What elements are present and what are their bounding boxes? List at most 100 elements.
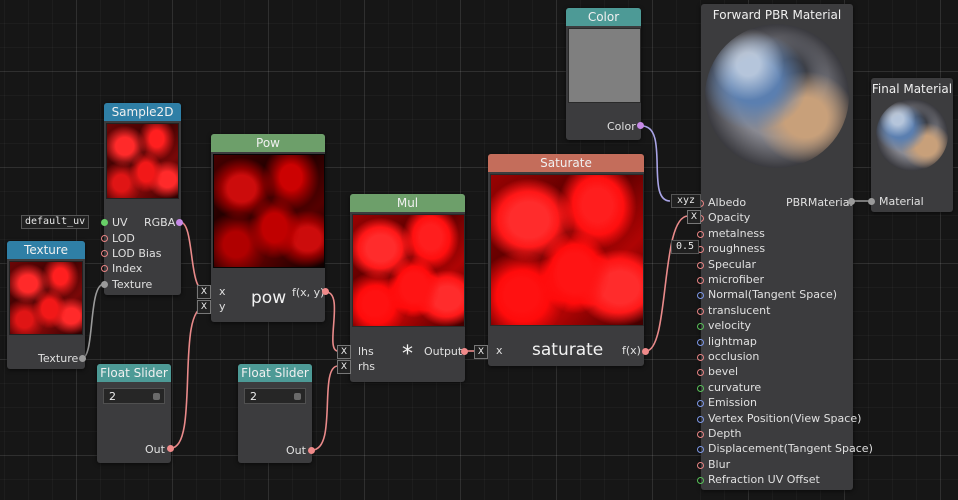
sample2d-port-index[interactable] — [101, 265, 108, 272]
pbr-preview-sphere — [705, 24, 849, 168]
pow-node[interactable]: Pow pow x y f(x, y) — [211, 134, 325, 322]
float-slider-2-out-label: Out — [286, 444, 306, 457]
color-title: Color — [566, 8, 641, 26]
sample2d-port-rgba[interactable] — [176, 219, 183, 226]
pbr-input-port[interactable] — [697, 323, 704, 331]
mul-rhs-connector[interactable]: X — [337, 360, 351, 374]
mul-in-rhs: rhs — [358, 360, 376, 373]
saturate-node[interactable]: Saturate saturate x f(x) — [488, 154, 644, 366]
pbr-input-label: velocity — [708, 319, 751, 333]
pbr-input-label: Specular — [708, 257, 757, 271]
pow-y-connector[interactable]: X — [197, 300, 211, 314]
sample2d-in-texture: Texture — [112, 278, 153, 291]
sample2d-port-lod-bias[interactable] — [101, 250, 108, 257]
pbr-input-port[interactable] — [697, 354, 704, 361]
final-port-in[interactable] — [868, 198, 875, 205]
saturate-label: saturate — [532, 340, 604, 360]
pbr-input-port[interactable] — [697, 230, 704, 238]
sample2d-port-uv[interactable] — [101, 219, 108, 226]
float-slider-node-2[interactable]: Float Slider 2 Out — [238, 364, 312, 463]
uv-default-field[interactable]: default_uv — [21, 215, 90, 229]
pow-in-y: y — [219, 300, 226, 313]
color-node[interactable]: Color Color — [566, 8, 641, 140]
pbr-input-port[interactable] — [697, 292, 704, 300]
sample2d-out-rgba: RGBA — [144, 216, 176, 229]
float-slider-1-out-label: Out — [145, 443, 165, 456]
pbr-input-label: Normal(Tangent Space) — [708, 288, 838, 302]
pow-in-x: x — [219, 285, 226, 298]
saturate-out-label: f(x) — [622, 344, 641, 357]
sample2d-port-lod[interactable] — [101, 235, 108, 242]
float-slider-2-title: Float Slider — [238, 364, 312, 382]
pbr-input-label: translucent — [708, 303, 771, 317]
pbr-input-label: Opacity — [708, 211, 751, 225]
pbr-material-node[interactable]: Forward PBR Material PBRMaterial Albedo O… — [697, 4, 873, 490]
pbr-input-label: Displacement(Tangent Space) — [708, 442, 873, 456]
pbr-input-port[interactable] — [697, 415, 704, 423]
mul-title: Mul — [350, 194, 465, 212]
pbr-input-port[interactable] — [697, 431, 704, 438]
float-slider-1-input[interactable]: 2 — [103, 388, 165, 404]
mul-node[interactable]: Mul * lhs rhs Output — [350, 194, 465, 382]
pbr-input-label: bevel — [708, 365, 739, 379]
sample2d-node[interactable]: Sample2D UV RGBA LOD LOD Bias Index Text… — [104, 103, 181, 295]
pbr-input-label: curvature — [708, 380, 762, 394]
texture-port-out[interactable] — [79, 355, 86, 362]
mul-lhs-connector[interactable]: X — [337, 345, 351, 359]
pbr-out-label: PBRMaterial — [786, 196, 853, 209]
float-slider-2-port-out[interactable] — [308, 447, 315, 454]
float-slider-1-value: 2 — [109, 390, 116, 403]
float-slider-2-input[interactable]: 2 — [244, 388, 306, 404]
mul-port-out[interactable] — [461, 348, 468, 355]
pbr-input-label: microfiber — [708, 273, 765, 286]
pbr-port-out[interactable] — [848, 198, 855, 205]
float-slider-1-port-out[interactable] — [167, 445, 174, 452]
sample2d-preview — [106, 123, 179, 199]
saturate-in-x: x — [496, 344, 503, 357]
mul-in-lhs: lhs — [358, 345, 374, 358]
pbr-input-port[interactable] — [697, 338, 704, 346]
pbr-input-port[interactable] — [697, 400, 704, 408]
pbr-input-port[interactable] — [697, 384, 704, 392]
final-material-node[interactable]: Final Material Material — [871, 78, 953, 212]
pbr-input-port[interactable] — [697, 307, 704, 315]
pbr-input-port[interactable] — [697, 277, 704, 284]
pbr-input-port[interactable] — [697, 477, 704, 485]
pbr-input-port[interactable] — [697, 369, 704, 377]
pbr-input-label: Emission — [708, 396, 757, 410]
pbr-input-label: roughness — [708, 242, 766, 256]
texture-title: Texture — [7, 241, 85, 259]
pbr-input-port[interactable] — [697, 261, 704, 269]
pbr-title: Forward PBR Material — [701, 6, 853, 24]
pow-preview — [213, 154, 325, 268]
pbr-input-label: metalness — [708, 226, 765, 240]
sample2d-title: Sample2D — [104, 103, 181, 121]
color-port-out[interactable] — [637, 122, 644, 129]
pbr-input-label: Blur — [708, 457, 731, 471]
pow-x-connector[interactable]: X — [197, 285, 211, 299]
sample2d-port-texture[interactable] — [101, 281, 108, 288]
roughness-value-field[interactable]: 0.5 — [671, 240, 699, 254]
pow-port-out[interactable] — [322, 288, 329, 295]
color-swatch[interactable] — [568, 28, 641, 103]
pow-out-label: f(x, y) — [292, 286, 325, 299]
opacity-connector[interactable]: X — [687, 210, 701, 224]
pbr-input-port[interactable] — [697, 461, 704, 469]
drag-handle-icon[interactable] — [153, 393, 160, 400]
saturate-preview — [490, 174, 644, 326]
sample2d-in-uv: UV — [112, 216, 128, 229]
final-title: Final Material — [871, 80, 953, 98]
albedo-value-field[interactable]: xyz — [671, 194, 701, 208]
float-slider-node-1[interactable]: Float Slider 2 Out — [97, 364, 171, 463]
pbr-input-label: lightmap — [708, 334, 757, 348]
saturate-x-connector[interactable]: X — [474, 345, 488, 359]
pbr-input-label: occlusion — [708, 350, 760, 363]
pbr-input-label: Vertex Position(View Space) — [708, 411, 862, 425]
pbr-input-label: Albedo — [708, 196, 747, 209]
pbr-input-port[interactable] — [697, 446, 704, 454]
drag-handle-icon[interactable] — [294, 393, 301, 400]
saturate-port-out[interactable] — [642, 348, 649, 355]
texture-node[interactable]: Texture Texture — [7, 241, 85, 369]
float-slider-2-value: 2 — [250, 390, 257, 403]
pow-label: pow — [251, 288, 287, 308]
